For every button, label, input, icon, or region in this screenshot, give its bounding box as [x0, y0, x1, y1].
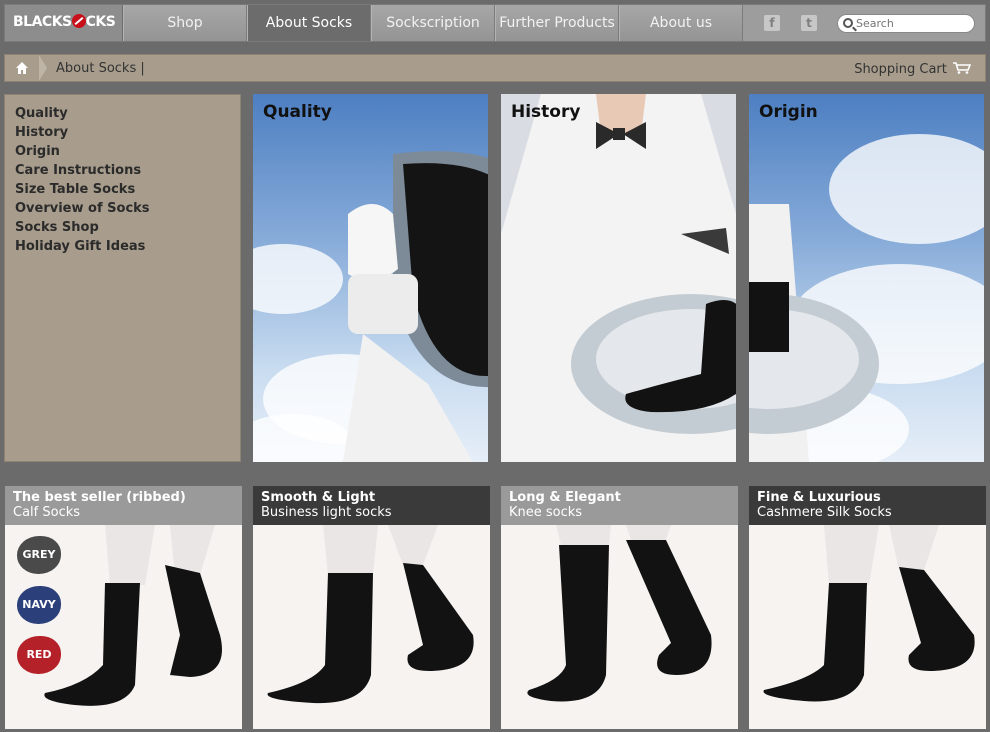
sidebar-item-size-table[interactable]: Size Table Socks: [15, 180, 230, 199]
hero-panel-quality[interactable]: Quality: [253, 94, 488, 462]
product-header: The best seller (ribbed) Calf Socks: [5, 486, 242, 525]
nav-shop[interactable]: Shop: [123, 5, 247, 41]
logo-no-sign-icon: [71, 14, 86, 28]
sidebar-item-socks-shop[interactable]: Socks Shop: [15, 218, 230, 237]
facebook-icon[interactable]: f: [764, 15, 780, 31]
product-title: Fine & Luxurious: [757, 490, 881, 505]
color-swatch-red[interactable]: RED: [17, 636, 61, 674]
sidebar-item-history[interactable]: History: [15, 123, 230, 142]
product-calf-socks[interactable]: The best seller (ribbed) Calf Socks GREY…: [5, 486, 242, 729]
nav-about-us[interactable]: About us: [619, 5, 743, 41]
product-subtitle: Cashmere Silk Socks: [757, 505, 892, 520]
product-title: The best seller (ribbed): [13, 490, 186, 505]
plate-illustration: [749, 204, 879, 462]
search-icon[interactable]: [843, 18, 853, 28]
product-subtitle: Calf Socks: [13, 505, 81, 520]
shopping-cart-link[interactable]: Shopping Cart: [854, 62, 971, 77]
sidebar-menu: Quality History Origin Care Instructions…: [4, 94, 241, 462]
search-input[interactable]: [856, 16, 966, 31]
home-button[interactable]: [5, 55, 39, 81]
blacksocks-logo[interactable]: BLACKS CKS: [5, 5, 123, 41]
business-socks-image: [267, 525, 474, 704]
breadcrumb-separator: [39, 55, 47, 81]
nav-sockscription[interactable]: Sockscription: [371, 5, 495, 41]
product-business-socks[interactable]: Smooth & Light Business light socks: [253, 486, 490, 729]
color-swatch-navy[interactable]: NAVY: [17, 586, 61, 624]
sidebar-item-origin[interactable]: Origin: [15, 142, 230, 161]
cart-icon: [953, 62, 971, 74]
cart-label: Shopping Cart: [854, 62, 947, 77]
hero-title-history: History: [511, 102, 581, 122]
hero-panel-origin[interactable]: Origin: [749, 94, 984, 462]
top-navigation: BLACKS CKS Shop About Socks Sockscription…: [4, 4, 986, 42]
product-subtitle: Knee socks: [509, 505, 583, 520]
breadcrumb: About Socks | Shopping Cart: [4, 54, 986, 82]
cloche-illustration: [343, 151, 488, 462]
sidebar-item-overview[interactable]: Overview of Socks: [15, 199, 230, 218]
home-icon: [16, 62, 28, 74]
nav-further-products[interactable]: Further Products: [495, 5, 619, 41]
product-header: Fine & Luxurious Cashmere Silk Socks: [749, 486, 986, 525]
knee-socks-image: [527, 525, 712, 702]
sidebar-item-holiday-gifts[interactable]: Holiday Gift Ideas: [15, 237, 230, 256]
color-swatch-grey[interactable]: GREY: [17, 536, 61, 574]
product-header: Long & Elegant Knee socks: [501, 486, 738, 525]
hero-title-origin: Origin: [759, 102, 818, 122]
sidebar-item-quality[interactable]: Quality: [15, 104, 230, 123]
search-box: [837, 14, 975, 33]
hero-panel-history[interactable]: History: [501, 94, 736, 462]
product-title: Smooth & Light: [261, 490, 376, 505]
product-cashmere-socks[interactable]: Fine & Luxurious Cashmere Silk Socks: [749, 486, 986, 729]
twitter-icon[interactable]: t: [801, 15, 817, 31]
waiter-illustration: [501, 94, 736, 462]
sidebar-item-care-instructions[interactable]: Care Instructions: [15, 161, 230, 180]
product-title: Long & Elegant: [509, 490, 621, 505]
product-subtitle: Business light socks: [261, 505, 392, 520]
hero-title-quality: Quality: [263, 102, 332, 122]
product-header: Smooth & Light Business light socks: [253, 486, 490, 525]
breadcrumb-current: About Socks |: [56, 61, 145, 76]
product-knee-socks[interactable]: Long & Elegant Knee socks: [501, 486, 738, 729]
logo-text: BLACKS CKS: [13, 14, 116, 30]
nav-about-socks[interactable]: About Socks: [247, 5, 371, 41]
cashmere-socks-image: [763, 525, 975, 702]
